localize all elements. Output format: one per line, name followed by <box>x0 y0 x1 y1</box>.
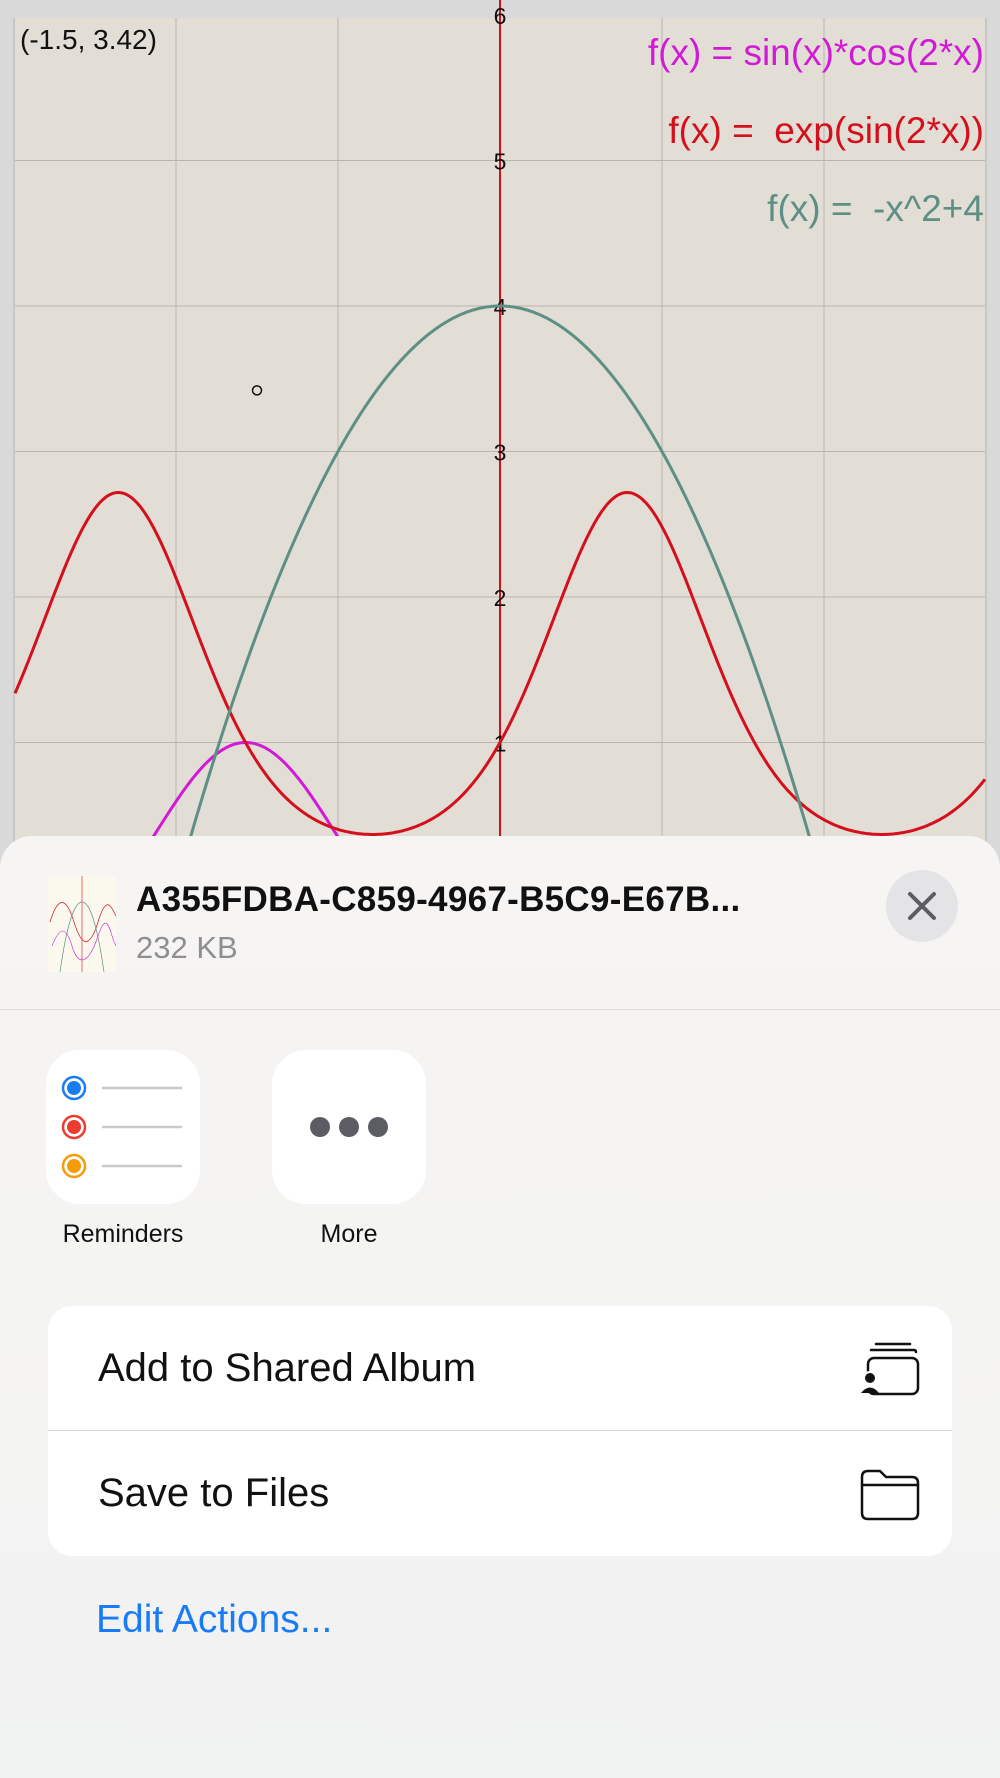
file-name: A355FDBA-C859-4967-B5C9-E67B... <box>136 880 741 919</box>
more-app-button[interactable] <box>272 1050 426 1204</box>
more-icon-dot <box>339 1117 359 1137</box>
share-sheet: A355FDBA-C859-4967-B5C9-E67B... 232 KB R… <box>0 836 1000 1778</box>
reminders-app-button[interactable] <box>46 1050 200 1204</box>
function-label-1[interactable]: f(x) = sin(x)*cos(2*x) <box>648 32 984 74</box>
action-label: Save to Files <box>98 1471 330 1515</box>
close-button[interactable] <box>886 870 958 942</box>
action-label: Add to Shared Album <box>98 1346 477 1390</box>
add-to-shared-album-button[interactable]: Add to Shared Album <box>48 1306 952 1431</box>
y-tick-label: 5 <box>494 149 507 175</box>
folder-icon <box>860 1469 920 1521</box>
y-tick-label: 2 <box>494 585 507 611</box>
reminders-icon <box>61 1075 182 1179</box>
y-tick-label: 6 <box>494 3 507 29</box>
save-to-files-button[interactable]: Save to Files <box>48 1431 952 1556</box>
coordinate-readout: (-1.5, 3.42) <box>20 24 157 55</box>
file-thumbnail <box>48 876 116 972</box>
function-label-2[interactable]: f(x) = exp(sin(2*x)) <box>668 110 984 152</box>
file-size: 232 KB <box>136 930 238 965</box>
actions-list: Add to Shared Album Save to Files <box>48 1306 952 1556</box>
function-label-3[interactable]: f(x) = -x^2+4 <box>767 188 984 230</box>
edit-actions-link[interactable]: Edit Actions... <box>96 1598 332 1642</box>
more-icon-dot <box>368 1117 388 1137</box>
more-icon <box>310 1117 330 1137</box>
close-icon <box>908 892 936 920</box>
more-label: More <box>320 1220 378 1248</box>
share-sheet-header: A355FDBA-C859-4967-B5C9-E67B... 232 KB <box>0 836 1000 1010</box>
shared-album-icon <box>859 1342 920 1396</box>
y-tick-label: 3 <box>494 440 507 466</box>
reminders-label: Reminders <box>62 1220 184 1248</box>
